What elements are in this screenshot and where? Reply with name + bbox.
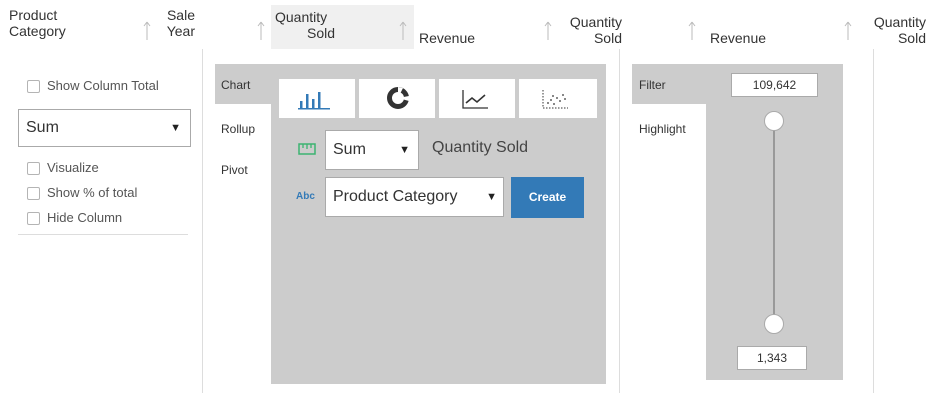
pie-chart-button[interactable] (359, 79, 435, 118)
tab-highlight-label: Highlight (639, 122, 686, 136)
tab-filter-label: Filter (639, 78, 666, 92)
show-column-total-label: Show Column Total (47, 78, 159, 93)
line-chart-icon (462, 90, 488, 109)
header-product-category[interactable]: Product Category (9, 7, 66, 39)
dropdown-caret-icon: ▼ (170, 122, 181, 134)
header-quantity-sold-2[interactable]: Quantity Sold (560, 14, 622, 46)
column-divider (202, 49, 203, 393)
column-divider (619, 49, 620, 393)
show-percent-checkbox[interactable] (27, 187, 40, 200)
aggregate-select[interactable]: Sum ▼ (18, 109, 191, 147)
show-column-total-checkbox[interactable] (27, 80, 40, 93)
ruler-icon (298, 143, 316, 155)
header-revenue-2[interactable]: Revenue (710, 30, 766, 46)
header-quantity-sold[interactable]: Quantity Sold (275, 9, 335, 41)
visualize-label: Visualize (47, 160, 99, 175)
tab-rollup-label: Rollup (221, 122, 256, 136)
measure-aggregate-select[interactable]: Sum ▼ (325, 130, 419, 170)
min-slider-handle[interactable] (764, 314, 784, 334)
sort-icon[interactable] (398, 20, 408, 42)
hide-column-label: Hide Column (47, 210, 123, 225)
pie-chart-icon (387, 87, 409, 109)
bar-chart-button[interactable] (279, 79, 355, 118)
slider-track (773, 120, 775, 330)
show-percent-label: Show % of total (47, 185, 138, 200)
header-sale-year[interactable]: Sale Year (159, 7, 195, 39)
column-divider (873, 49, 874, 393)
dropdown-caret-icon: ▼ (486, 191, 497, 203)
hide-column-checkbox[interactable] (27, 212, 40, 225)
scatter-chart-button[interactable] (519, 79, 597, 118)
sort-icon[interactable] (142, 20, 152, 42)
measure-field-label: Quantity Sold (432, 139, 529, 156)
sort-icon[interactable] (843, 20, 853, 42)
header-quantity-sold-3[interactable]: Quantity Sold (866, 14, 926, 46)
max-value-input[interactable]: 109,642 (731, 73, 818, 97)
sort-icon[interactable] (687, 20, 697, 42)
scatter-chart-icon (542, 90, 568, 109)
header-revenue[interactable]: Revenue (419, 30, 475, 46)
create-button[interactable]: Create (511, 177, 584, 218)
line-chart-button[interactable] (439, 79, 515, 118)
dropdown-caret-icon: ▼ (399, 144, 410, 156)
tab-spacer (215, 184, 271, 380)
max-slider-handle[interactable] (764, 111, 784, 131)
dimension-select[interactable]: Product Category ▼ (325, 177, 504, 217)
tab-chart-label: Chart (221, 78, 251, 92)
min-value-input[interactable]: 1,343 (737, 346, 807, 370)
sort-icon[interactable] (256, 20, 266, 42)
tab-pivot-label: Pivot (221, 163, 248, 177)
sort-icon[interactable] (543, 20, 553, 42)
abc-icon: Abc (296, 191, 315, 202)
bar-chart-icon (298, 92, 330, 110)
visualize-checkbox[interactable] (27, 162, 40, 175)
divider (18, 234, 188, 235)
